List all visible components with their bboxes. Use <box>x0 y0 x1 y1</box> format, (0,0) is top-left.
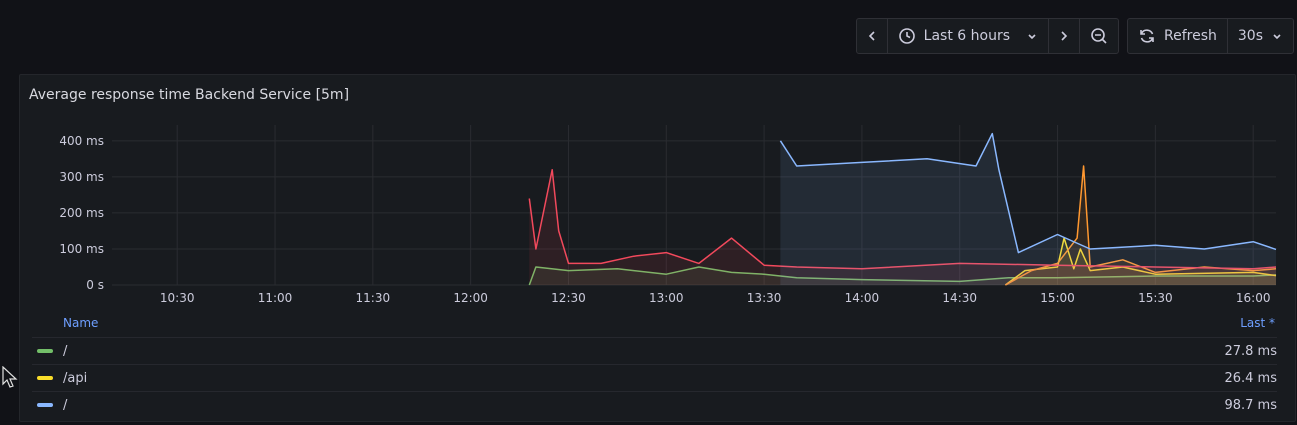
chevron-right-icon <box>1061 31 1068 41</box>
x-tick-label: 15:30 <box>1138 291 1173 305</box>
x-tick-label: 11:30 <box>356 291 391 305</box>
y-tick-label: 200 ms <box>59 206 104 220</box>
y-tick-label: 0 s <box>86 278 104 292</box>
legend-item[interactable]: / 27.8 ms <box>32 337 1277 364</box>
series-area <box>780 133 1276 285</box>
refresh-label: Refresh <box>1164 28 1217 44</box>
legend-item-name: / <box>63 343 68 359</box>
x-tick-label: 14:00 <box>845 291 880 305</box>
legend-item-last: 98.7 ms <box>1224 397 1277 413</box>
time-toolbar: Last 6 hours Refresh 30s <box>855 18 1294 54</box>
x-tick-label: 13:30 <box>747 291 782 305</box>
y-tick-label: 100 ms <box>59 242 104 256</box>
legend-item[interactable]: / 98.7 ms <box>32 391 1277 418</box>
time-range-label: Last 6 hours <box>923 28 1011 44</box>
refresh-interval-picker[interactable]: 30s <box>1228 19 1293 53</box>
legend-header: Name Last * <box>63 316 1275 336</box>
legend-item-last: 26.4 ms <box>1224 370 1277 386</box>
x-tick-label: 12:30 <box>551 291 586 305</box>
timeseries-chart[interactable]: 0 s 100 ms 200 ms 300 ms 400 ms 10:30 11:00 11:… <box>20 75 1295 310</box>
y-tick-label: 300 ms <box>59 170 104 184</box>
refresh-group: Refresh 30s <box>1127 18 1294 54</box>
x-tick-label: 12:00 <box>453 291 488 305</box>
legend-item-last: 27.8 ms <box>1224 343 1277 359</box>
x-tick-label: 16:00 <box>1236 291 1271 305</box>
time-range-picker[interactable]: Last 6 hours <box>888 19 1050 53</box>
x-tick-label: 13:00 <box>649 291 684 305</box>
legend-last-header[interactable]: Last * <box>1240 316 1275 330</box>
refresh-button[interactable]: Refresh <box>1128 19 1228 53</box>
series-color-swatch <box>37 403 53 407</box>
clock-icon <box>898 28 915 44</box>
legend-name-header[interactable]: Name <box>63 316 98 330</box>
x-tick-label: 11:00 <box>258 291 293 305</box>
series-color-swatch <box>37 376 53 380</box>
zoom-out-button[interactable] <box>1080 19 1118 53</box>
x-tick-label: 14:30 <box>942 291 977 305</box>
chevron-down-icon <box>1028 34 1036 40</box>
time-back-button[interactable] <box>857 19 888 53</box>
legend-item[interactable]: /api 26.4 ms <box>32 364 1277 391</box>
x-tick-label: 15:00 <box>1040 291 1075 305</box>
refresh-interval-label: 30s <box>1237 28 1263 44</box>
chevron-left-icon <box>868 31 875 41</box>
time-picker-group: Last 6 hours <box>855 18 1120 54</box>
timeseries-panel: Average response time Backend Service [5… <box>19 74 1296 422</box>
chevron-down-icon <box>1273 34 1281 40</box>
x-tick-label: 10:30 <box>160 291 195 305</box>
y-tick-label: 400 ms <box>59 134 104 148</box>
legend-item-name: /api <box>63 370 88 386</box>
time-forward-button[interactable] <box>1049 19 1081 53</box>
series-color-swatch <box>37 349 53 353</box>
refresh-icon <box>1140 29 1154 43</box>
zoom-out-icon <box>1091 28 1107 44</box>
legend-item-name: / <box>63 397 68 413</box>
mouse-pointer-icon <box>2 366 18 388</box>
